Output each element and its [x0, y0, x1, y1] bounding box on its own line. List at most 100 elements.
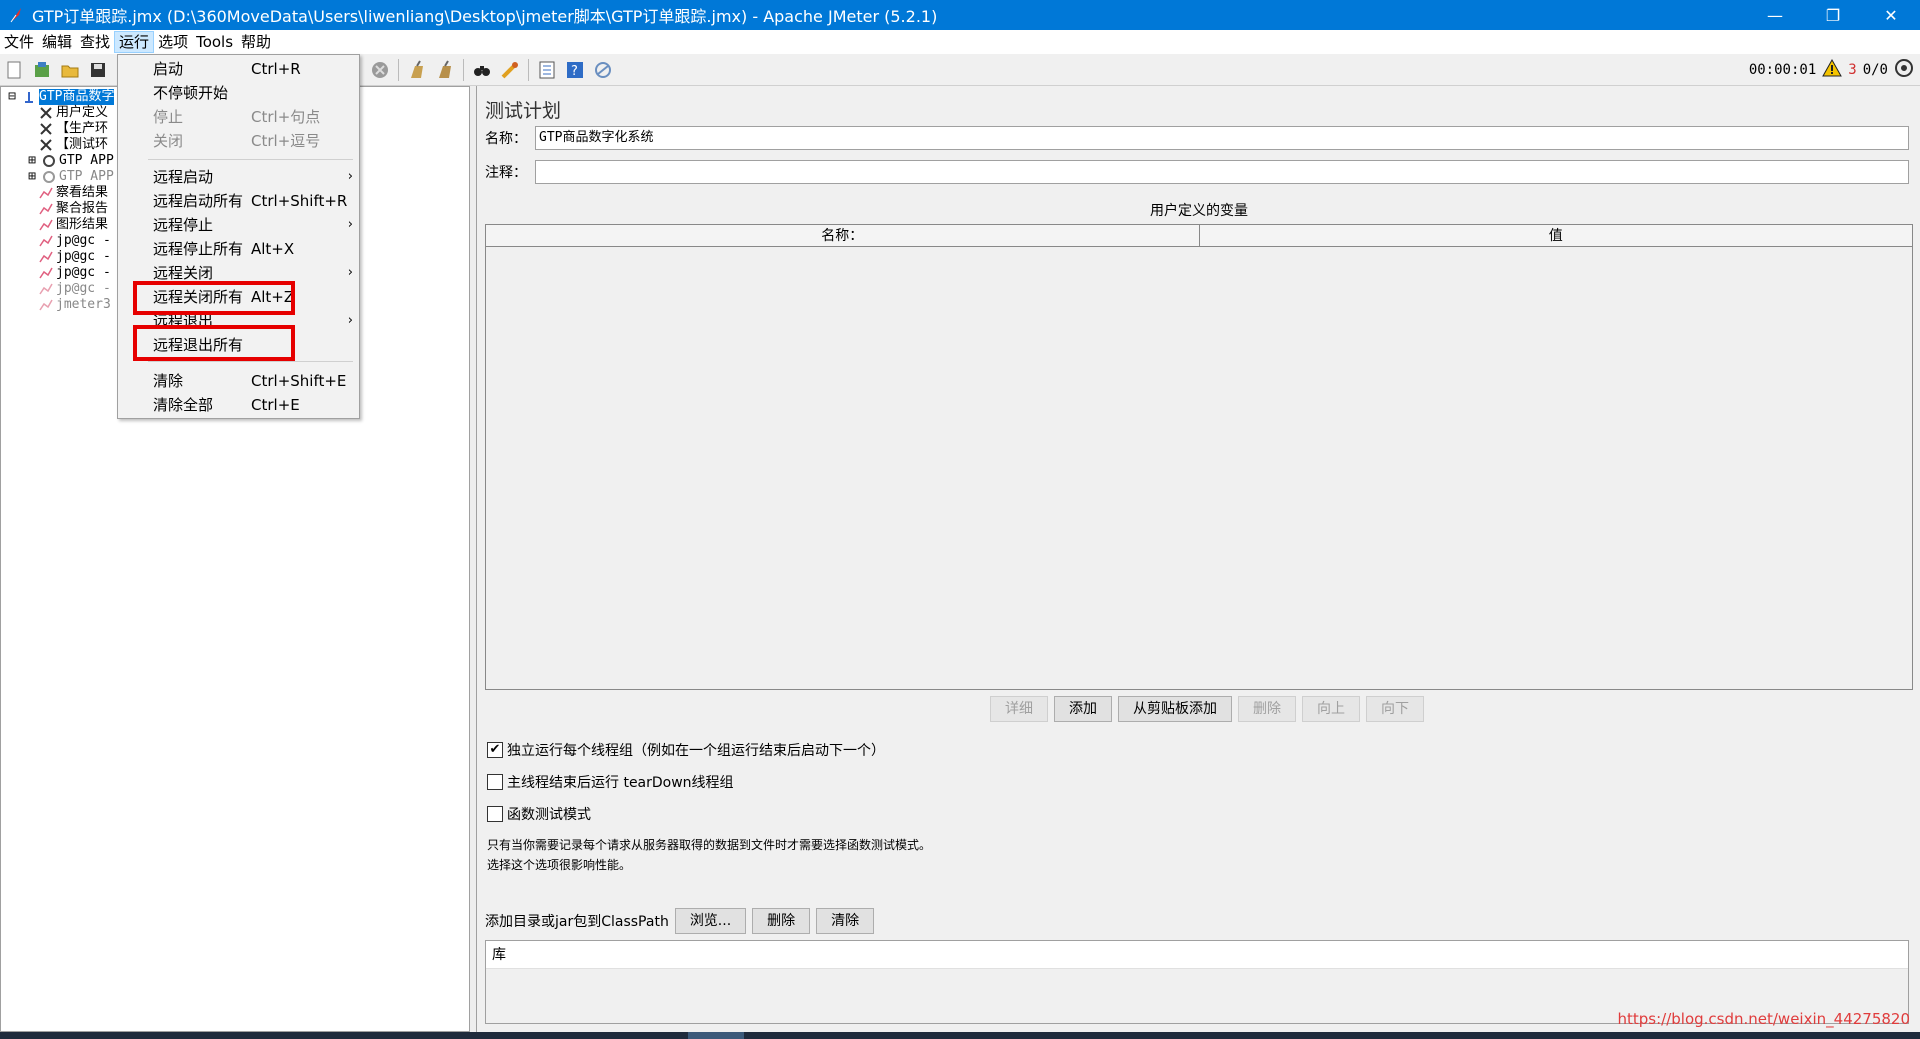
tree-node[interactable]: 【生产环 [39, 121, 114, 137]
menu-file[interactable]: 文件 [0, 31, 38, 53]
help-icon[interactable]: ? [564, 59, 586, 81]
binoculars-icon[interactable] [471, 59, 493, 81]
listener-icon [39, 202, 53, 216]
menu-search[interactable]: 查找 [76, 31, 114, 53]
teardown-checkbox[interactable] [487, 774, 503, 790]
submenu-arrow-icon: › [347, 313, 353, 328]
column-header-name[interactable]: 名称： [486, 225, 1199, 246]
menu-tools[interactable]: Tools [192, 31, 237, 53]
save-icon[interactable] [87, 59, 109, 81]
test-plan-tree: ⊟ GTP商品数字 用户定义 【生产环 【测试环 ⊞ GTP APP ⊞ GTP… [5, 89, 115, 313]
menu-edit[interactable]: 编辑 [38, 31, 76, 53]
menu-item-start[interactable]: 启动 Ctrl+R [118, 57, 359, 81]
comment-input[interactable] [535, 160, 1909, 184]
clear-all-icon[interactable] [434, 59, 456, 81]
browse-button[interactable]: 浏览... [674, 908, 747, 934]
performance-note: 选择这个选项很影响性能。 [487, 858, 632, 872]
tree-node[interactable]: 【测试环 [39, 137, 114, 153]
close-button[interactable]: ✕ [1862, 0, 1920, 30]
tree-node[interactable]: 察看结果 [39, 185, 114, 201]
classpath-label: 添加目录或jar包到ClassPath [485, 914, 669, 930]
serialize-checkbox[interactable]: ✔ [487, 742, 503, 758]
annotation-highlight-box [133, 281, 295, 315]
column-header-value[interactable]: 值 [1198, 225, 1913, 246]
taskbar-active-item[interactable] [688, 1032, 744, 1039]
menu-options[interactable]: 选项 [154, 31, 192, 53]
menu-separator [148, 361, 353, 362]
tree-node[interactable]: 用户定义 [39, 105, 114, 121]
menu-item-shortcut: Ctrl+R [251, 60, 301, 78]
window-title: GTP订单跟踪.jmx (D:\360MoveData\Users\liwenl… [32, 7, 938, 26]
user-vars-table[interactable]: 名称： 值 [485, 224, 1913, 690]
classpath-delete-button[interactable]: 删除 [752, 908, 811, 934]
menu-item-label: 清除全部 [153, 396, 214, 414]
functional-mode-checkbox[interactable] [487, 806, 503, 822]
listener-icon [39, 266, 53, 280]
comment-row: 注释： [485, 160, 1909, 184]
tree-node-label: jp@gc - [56, 249, 111, 264]
tree-node[interactable]: ⊞ GTP APP [25, 153, 114, 169]
jmeter-feather-icon [8, 7, 24, 23]
tree-node[interactable]: ⊞ GTP APP [25, 169, 114, 185]
tree-node[interactable]: jp@gc - [39, 249, 114, 265]
detail-button[interactable]: 详细 [990, 696, 1048, 722]
shutdown-icon[interactable] [369, 59, 391, 81]
menu-run[interactable]: 运行 [114, 31, 155, 53]
menu-item-label: 关闭 [153, 132, 184, 150]
expand-icon[interactable]: ⊞ [25, 153, 39, 168]
reset-search-icon[interactable] [499, 59, 521, 81]
tree-node-test-plan[interactable]: ⊟ GTP商品数字 [5, 89, 115, 105]
move-up-button[interactable]: 向上 [1302, 696, 1360, 722]
add-from-clipboard-button[interactable]: 从剪贴板添加 [1118, 696, 1232, 722]
new-file-icon[interactable] [3, 59, 25, 81]
functional-mode-note: 只有当你需要记录每个请求从服务器取得的数据到文件时才需要选择函数测试模式。 [487, 838, 932, 852]
tree-node[interactable]: jp@gc - [39, 233, 114, 249]
menu-item-clear[interactable]: 清除 Ctrl+Shift+E [118, 369, 359, 393]
maximize-button[interactable]: ❐ [1804, 0, 1862, 30]
classpath-clear-button[interactable]: 清除 [816, 908, 875, 934]
name-input[interactable]: GTP商品数字化系统 [535, 126, 1909, 150]
minimize-button[interactable]: — [1746, 0, 1804, 30]
clear-icon[interactable] [406, 59, 428, 81]
menu-item-remote-start[interactable]: 远程启动 › [118, 165, 359, 189]
menu-item-start-no-pauses[interactable]: 不停顿开始 [118, 81, 359, 105]
thread-group-icon [42, 170, 56, 184]
menu-item-remote-stop[interactable]: 远程停止 › [118, 213, 359, 237]
menu-item-shortcut: Ctrl+Shift+E [251, 372, 347, 390]
templates-icon[interactable] [31, 59, 53, 81]
warning-icon[interactable] [1822, 58, 1843, 81]
add-button[interactable]: 添加 [1054, 696, 1112, 722]
collapse-icon[interactable]: ⊟ [5, 89, 19, 104]
open-folder-icon[interactable] [59, 59, 81, 81]
tree-node[interactable]: jmeter3 [39, 297, 114, 313]
submenu-arrow-icon: › [347, 265, 353, 280]
menu-item-remote-start-all[interactable]: 远程启动所有 Ctrl+Shift+R [118, 189, 359, 213]
teardown-option[interactable]: 主线程结束后运行 tearDown线程组 [487, 772, 734, 792]
tree-node[interactable]: 聚合报告 [39, 201, 114, 217]
listener-icon [39, 250, 53, 264]
expand-icon[interactable]: ⊞ [25, 169, 39, 184]
wrench-icon [39, 122, 53, 136]
move-down-button[interactable]: 向下 [1366, 696, 1424, 722]
classpath-row: 添加目录或jar包到ClassPath 浏览... 删除 清除 [485, 908, 875, 934]
menu-item-label: 清除 [153, 372, 184, 390]
tree-node-label: jp@gc - [56, 281, 111, 296]
delete-button[interactable]: 删除 [1238, 696, 1296, 722]
functional-mode-option[interactable]: 函数测试模式 [487, 804, 591, 824]
menu-item-stop[interactable]: 停止 Ctrl+句点 [118, 105, 359, 129]
function-helper-icon[interactable] [536, 59, 558, 81]
tree-node-label: GTP APP [59, 153, 114, 168]
tree-node[interactable]: jp@gc - [39, 281, 114, 297]
tree-node[interactable]: jp@gc - [39, 265, 114, 281]
run-menu-dropdown: 启动 Ctrl+R 不停顿开始 停止 Ctrl+句点 关闭 Ctrl+逗号 远程… [117, 54, 360, 419]
remote-icon[interactable] [592, 59, 614, 81]
tree-node[interactable]: 图形结果 [39, 217, 114, 233]
menu-item-remote-stop-all[interactable]: 远程停止所有 Alt+X [118, 237, 359, 261]
menu-item-shutdown[interactable]: 关闭 Ctrl+逗号 [118, 129, 359, 153]
menu-item-clear-all[interactable]: 清除全部 Ctrl+E [118, 393, 359, 417]
tree-node-label: GTP商品数字 [39, 89, 115, 105]
thread-group-icon [42, 154, 56, 168]
menu-help[interactable]: 帮助 [237, 31, 275, 53]
warning-count[interactable]: 3 [1848, 62, 1856, 78]
serialize-option[interactable]: ✔ 独立运行每个线程组（例如在一个组运行结束后启动下一个） [487, 740, 885, 760]
